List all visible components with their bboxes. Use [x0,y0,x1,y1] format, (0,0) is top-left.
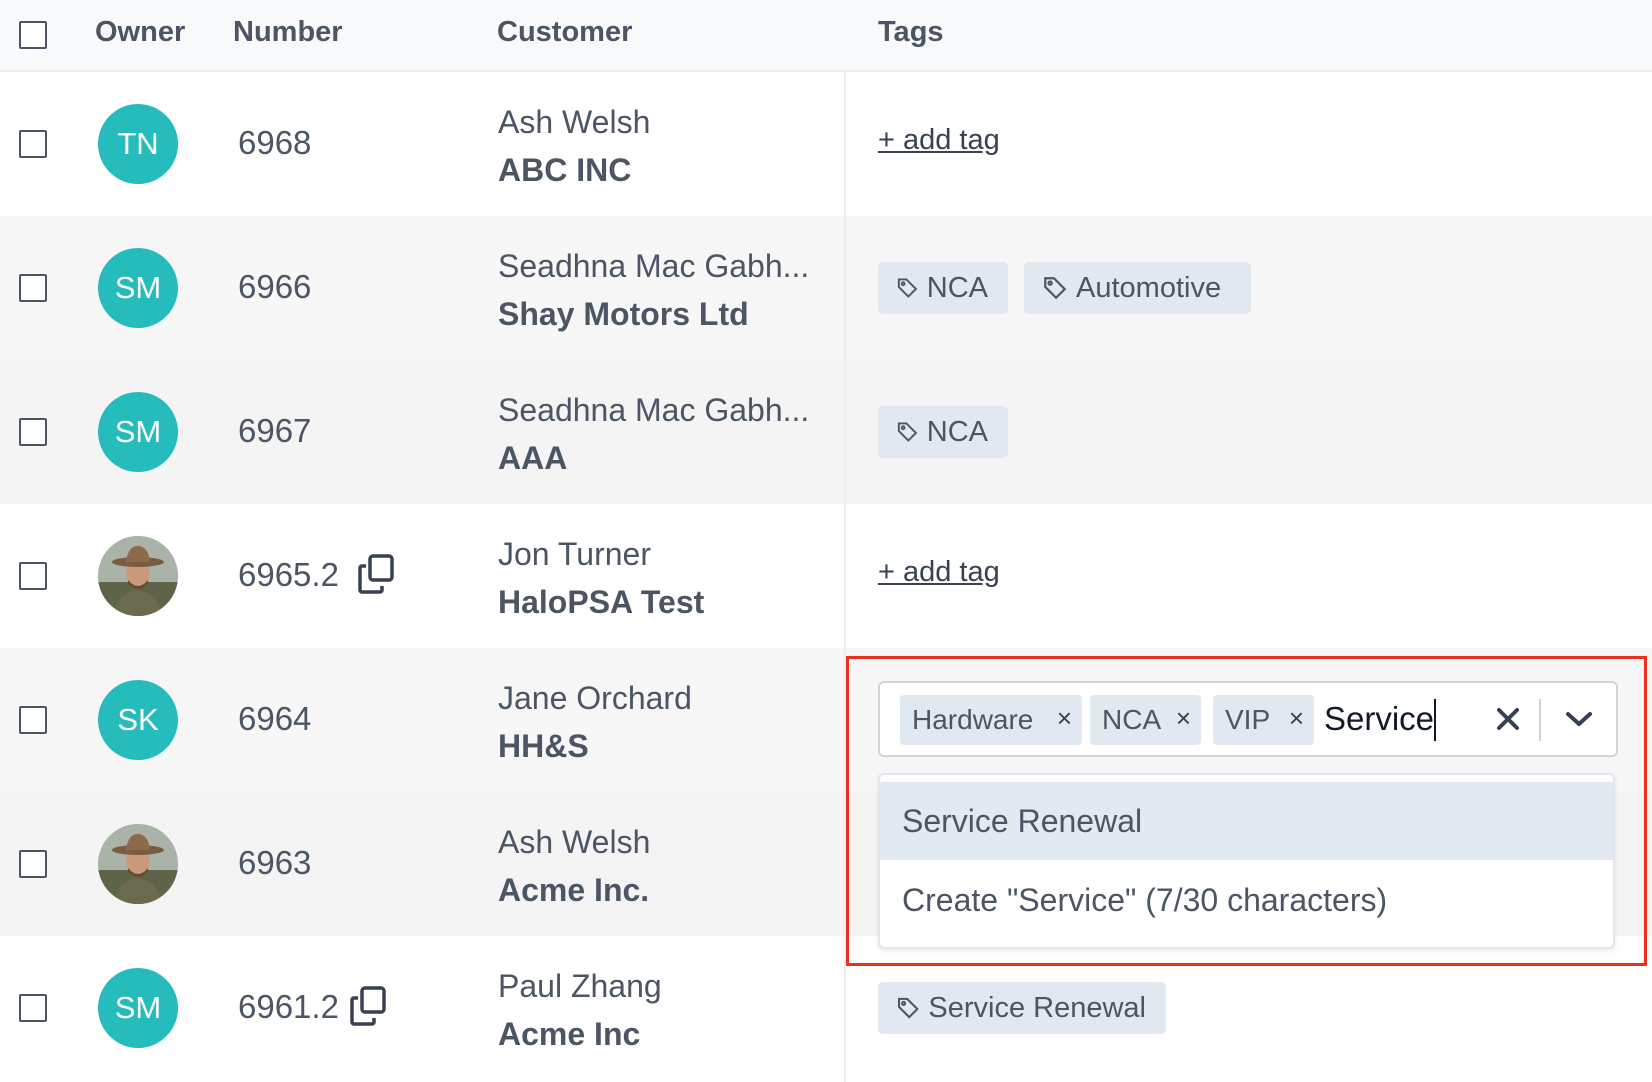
customer-company: Acme Inc. [498,872,650,908]
remove-tag-icon[interactable]: × [1289,703,1304,734]
row-checkbox[interactable] [19,850,47,878]
tag-icon [897,422,918,442]
customer-person: Seadhna Mac Gabh... [498,392,810,428]
selected-tag-chip: NCA × [1090,695,1201,745]
customer-person: Paul Zhang [498,968,662,1004]
copy-icon[interactable] [356,552,396,596]
selected-tag-chip: Hardware × [900,695,1082,745]
row-checkbox[interactable] [19,562,47,590]
customer-person: Seadhna Mac Gabh... [498,248,810,284]
customer-person: Jane Orchard [498,680,692,716]
customer-person: Jon Turner [498,536,651,572]
copy-icon[interactable] [348,984,388,1028]
owner-column-header[interactable]: Owner [95,16,185,49]
tag-options-menu: Service Renewal Create "Service" (7/30 c… [878,773,1615,949]
row-checkbox[interactable] [19,130,47,158]
option-service-renewal[interactable]: Service Renewal [880,782,1613,860]
selected-tag-chip: VIP × [1213,695,1314,745]
ticket-number[interactable]: 6961.2 [238,988,339,1026]
customer-company: HH&S [498,728,589,764]
avatar-photo [98,536,178,616]
ticket-number[interactable]: 6967 [238,412,311,450]
indicator-separator [1539,699,1541,741]
customer-company: AAA [498,440,568,476]
chevron-down-icon[interactable] [1554,695,1604,743]
table-header: Owner Number Customer Tags [0,0,1652,72]
remove-tag-icon[interactable]: × [1176,703,1191,734]
customer-cell: Jane Orchard HH&S [498,674,692,770]
row-checkbox[interactable] [19,418,47,446]
row-checkbox[interactable] [19,994,47,1022]
tag-label: Automotive [1076,271,1222,304]
person-photo-icon [98,824,178,904]
avatar-initials: SM [114,990,162,1025]
ticket-number[interactable]: 6963 [238,844,311,882]
customer-cell: Ash Welsh Acme Inc. [498,818,650,914]
avatar-initials: SM [114,270,162,305]
tag-chip[interactable]: NCA [878,406,1008,458]
customer-person: Ash Welsh [498,104,651,140]
tag-icon [898,997,919,1019]
avatar: SM [98,248,178,328]
chip-label: VIP [1225,704,1271,735]
customer-company: HaloPSA Test [498,584,705,620]
avatar-initials: SM [114,414,162,449]
chip-label: Hardware [912,704,1034,735]
tag-chip[interactable]: Service Renewal [878,982,1166,1034]
tag-label: NCA [926,271,988,304]
row-checkbox[interactable] [19,706,47,734]
customer-person: Ash Welsh [498,824,651,860]
avatar-photo [98,824,178,904]
customer-company: ABC INC [498,152,632,188]
tag-chip[interactable]: Automotive [1024,262,1251,314]
tag-icon [1044,277,1067,300]
chip-label: NCA [1102,704,1162,735]
table-row[interactable]: TN 6968 Ash Welsh ABC INC + add tag [0,72,1652,216]
row-checkbox[interactable] [19,274,47,302]
option-create-tag[interactable]: Create "Service" (7/30 characters) [880,861,1613,939]
customer-cell: Jon Turner HaloPSA Test [498,530,704,626]
avatar-initials: TN [117,126,159,161]
tag-search-input[interactable] [1324,691,1484,747]
customer-column-header[interactable]: Customer [497,16,632,49]
ticket-number[interactable]: 6964 [238,700,311,738]
avatar: TN [98,104,178,184]
ticket-number[interactable]: 6965.2 [238,556,339,594]
ticket-number[interactable]: 6966 [238,268,311,306]
tag-label: Service Renewal [928,991,1146,1024]
table-row[interactable]: SM 6967 Seadhna Mac Gabh... AAA NCA [0,360,1652,504]
customer-company: Shay Motors Ltd [498,296,749,332]
customer-cell: Seadhna Mac Gabh... Shay Motors Ltd [498,242,809,338]
add-tag-link[interactable]: + add tag [878,124,1000,157]
avatar: SM [98,392,178,472]
add-tag-link[interactable]: + add tag [878,556,1000,589]
tags-column-header[interactable]: Tags [878,16,944,49]
table-row[interactable]: SM 6966 Seadhna Mac Gabh... Shay Motors … [0,216,1652,360]
tag-label: NCA [926,415,988,448]
person-photo-icon [98,536,178,616]
avatar: SK [98,680,178,760]
tag-chip[interactable]: NCA [878,262,1008,314]
customer-cell: Paul Zhang Acme Inc [498,962,662,1058]
select-all-checkbox[interactable] [19,21,47,49]
table-row[interactable]: 6965.2 Jon Turner HaloPSA Test + add tag [0,504,1652,648]
customer-cell: Seadhna Mac Gabh... AAA [498,386,809,482]
tag-multiselect[interactable]: Hardware × NCA × VIP × [878,681,1618,757]
avatar: SM [98,968,178,1048]
customer-company: Acme Inc [498,1016,641,1052]
avatar-initials: SK [117,702,159,737]
remove-tag-icon[interactable]: × [1057,703,1072,734]
number-column-header[interactable]: Number [233,16,343,49]
customer-cell: Ash Welsh ABC INC [498,98,650,194]
ticket-number[interactable]: 6968 [238,124,311,162]
close-icon[interactable] [1486,695,1530,743]
text-cursor [1434,699,1436,741]
tag-icon [897,278,918,298]
